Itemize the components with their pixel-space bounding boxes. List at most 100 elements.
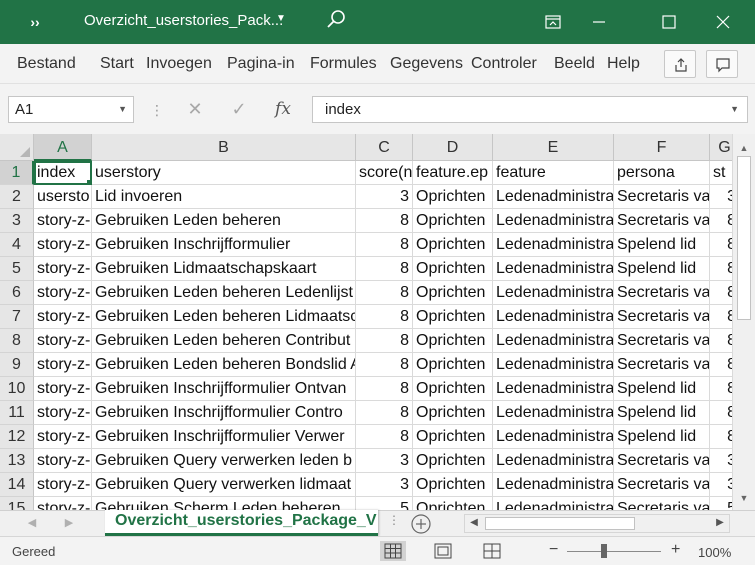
row-header-4[interactable]: 4 [0,233,34,257]
cell-g10[interactable]: 8 [710,377,732,401]
cell-a1[interactable]: index [34,161,92,185]
cell-c8[interactable]: 8 [356,329,413,353]
cell-e7[interactable]: Ledenadministra [493,305,614,329]
scroll-left-icon[interactable]: ◀ [467,517,481,528]
cell-g6[interactable]: 8 [710,281,732,305]
tab-gegevens[interactable]: Gegevens [390,54,464,76]
cell-c15[interactable]: 5 [356,497,413,510]
cell-d4[interactable]: Oprichten [413,233,493,257]
column-header-b[interactable]: B [92,134,356,161]
expand-formula-icon[interactable]: ▼ [730,97,739,122]
tab-invoegen[interactable]: Invoegen [146,54,220,76]
cell-b15[interactable]: Gebruiken Scherm Leden beheren [92,497,356,510]
cell-f8[interactable]: Secretaris va [614,329,710,353]
zoom-slider-track[interactable] [567,551,661,552]
cell-e15[interactable]: Ledenadministra [493,497,614,510]
cell-g15[interactable]: 5 [710,497,732,510]
zoom-in-button[interactable]: + [671,542,680,558]
chevron-down-icon[interactable]: ▼ [118,97,127,122]
column-header-d[interactable]: D [413,134,493,161]
cell-b11[interactable]: Gebruiken Inschrijfformulier Contro [92,401,356,425]
cell-e9[interactable]: Ledenadministra [493,353,614,377]
row-header-5[interactable]: 5 [0,257,34,281]
tab-start[interactable]: Start [100,54,138,76]
title-dropdown-icon[interactable]: ▼ [276,13,286,24]
page-layout-view-icon[interactable] [430,541,456,561]
row-header-2[interactable]: 2 [0,185,34,209]
cell-e4[interactable]: Ledenadministra [493,233,614,257]
cell-f12[interactable]: Spelend lid [614,425,710,449]
share-icon[interactable] [664,50,696,78]
tab-help[interactable]: Help [607,54,647,76]
cell-e2[interactable]: Ledenadministra [493,185,614,209]
cell-d2[interactable]: Oprichten [413,185,493,209]
add-sheet-icon[interactable] [410,513,432,535]
cell-b6[interactable]: Gebruiken Leden beheren Ledenlijst [92,281,356,305]
scroll-right-icon[interactable]: ▶ [713,517,727,528]
cell-e10[interactable]: Ledenadministra [493,377,614,401]
cell-c1[interactable]: score(n [356,161,413,185]
row-header-12[interactable]: 12 [0,425,34,449]
zoom-level[interactable]: 100% [698,545,731,560]
cell-g13[interactable]: 3 [710,449,732,473]
cell-f15[interactable]: Secretaris va [614,497,710,510]
close-icon[interactable] [700,6,746,38]
cell-d13[interactable]: Oprichten [413,449,493,473]
cell-e5[interactable]: Ledenadministra [493,257,614,281]
cell-b14[interactable]: Gebruiken Query verwerken lidmaat [92,473,356,497]
cell-c5[interactable]: 8 [356,257,413,281]
row-header-3[interactable]: 3 [0,209,34,233]
cell-f11[interactable]: Spelend lid [614,401,710,425]
formula-input[interactable]: index ▼ [312,96,748,123]
cell-a8[interactable]: story-z- [34,329,92,353]
next-sheet-icon[interactable]: ▶ [62,516,76,529]
row-header-9[interactable]: 9 [0,353,34,377]
cell-f14[interactable]: Secretaris va [614,473,710,497]
row-header-6[interactable]: 6 [0,281,34,305]
select-all-corner[interactable] [0,134,34,161]
cell-d5[interactable]: Oprichten [413,257,493,281]
cell-g2[interactable]: 3 [710,185,732,209]
window-title[interactable]: Overzicht_userstories_Pack... [84,12,283,29]
cell-a5[interactable]: story-z- [34,257,92,281]
cell-a14[interactable]: story-z- [34,473,92,497]
horizontal-scrollbar[interactable]: ◀ ▶ [464,514,730,533]
cell-c13[interactable]: 3 [356,449,413,473]
cell-c12[interactable]: 8 [356,425,413,449]
cell-e11[interactable]: Ledenadministra [493,401,614,425]
tab-controleren[interactable]: Controler [471,54,545,76]
formula-bar-grip[interactable]: ⋮ [150,102,164,119]
cell-c9[interactable]: 8 [356,353,413,377]
row-header-11[interactable]: 11 [0,401,34,425]
cell-f13[interactable]: Secretaris va [614,449,710,473]
tab-pagina-indeling[interactable]: Pagina-in [227,54,301,76]
row-header-14[interactable]: 14 [0,473,34,497]
cell-b1[interactable]: userstory [92,161,356,185]
cell-a9[interactable]: story-z- [34,353,92,377]
cell-b3[interactable]: Gebruiken Leden beheren [92,209,356,233]
more-sheets-icon[interactable]: ⋮ [388,513,402,527]
cell-a10[interactable]: story-z- [34,377,92,401]
qat-expand-icon[interactable]: ›› [20,11,50,33]
page-break-view-icon[interactable] [479,541,505,561]
column-header-a[interactable]: A [34,134,92,161]
cell-d6[interactable]: Oprichten [413,281,493,305]
cell-b5[interactable]: Gebruiken Lidmaatschapskaart [92,257,356,281]
cell-e1[interactable]: feature [493,161,614,185]
cell-b10[interactable]: Gebruiken Inschrijfformulier Ontvan [92,377,356,401]
cancel-icon[interactable]: ✕ [183,98,207,120]
cell-e13[interactable]: Ledenadministra [493,449,614,473]
worksheet-grid[interactable]: A B C D E F G 1 index userstory score(n feature.ep f… [0,134,732,510]
zoom-slider-thumb[interactable] [601,544,607,558]
comments-icon[interactable] [706,50,738,78]
cell-g5[interactable]: 8 [710,257,732,281]
cell-a3[interactable]: story-z- [34,209,92,233]
enter-icon[interactable]: ✓ [227,98,251,120]
row-header-8[interactable]: 8 [0,329,34,353]
cell-d1[interactable]: feature.ep [413,161,493,185]
column-header-e[interactable]: E [493,134,614,161]
cell-g11[interactable]: 8 [710,401,732,425]
horizontal-scroll-thumb[interactable] [485,517,635,530]
row-header-10[interactable]: 10 [0,377,34,401]
cell-f5[interactable]: Spelend lid [614,257,710,281]
